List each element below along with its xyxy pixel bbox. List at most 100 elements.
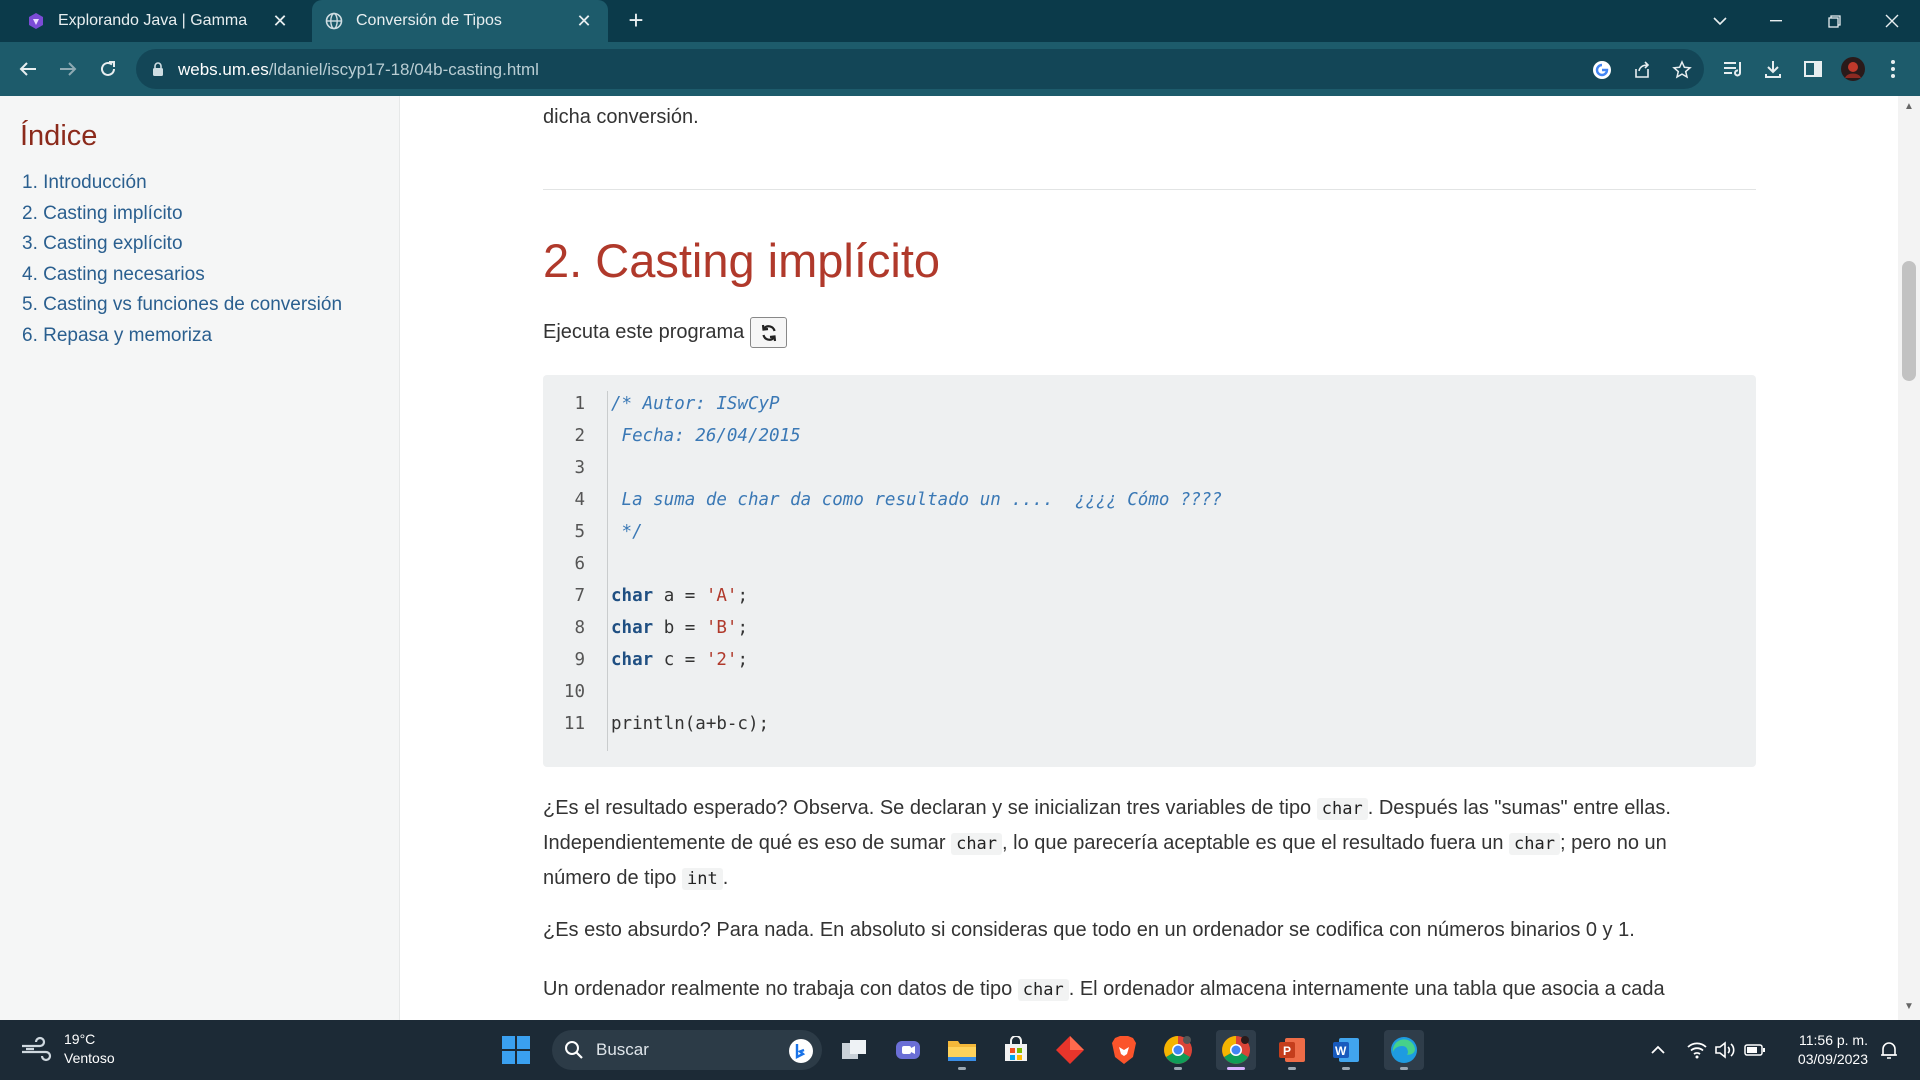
intro-paragraph-tail: dicha conversión.	[543, 106, 699, 128]
forward-arrow-icon[interactable]	[54, 55, 82, 83]
code-line: 9 char c = '2';	[543, 644, 1756, 676]
code-line: 1 /* Autor: ISwCyP	[543, 388, 1756, 420]
side-panel-icon[interactable]	[1800, 56, 1826, 82]
url-text[interactable]: webs.um.es/ldaniel/iscyp17-18/04b-castin…	[178, 60, 539, 80]
code-keyword: char	[611, 618, 654, 638]
windows-start-icon[interactable]	[496, 1030, 536, 1070]
wifi-icon[interactable]	[1684, 1020, 1710, 1080]
gamma-icon	[26, 11, 46, 31]
download-icon[interactable]	[1760, 56, 1786, 82]
index-link-casting-implicito[interactable]: 2. Casting implícito	[22, 199, 342, 230]
tab-bar: Explorando Java | Gamma ✕ Conversión de …	[0, 0, 1920, 42]
reload-icon[interactable]	[94, 55, 122, 83]
notifications-icon[interactable]	[1874, 1020, 1904, 1080]
scrollbar-thumb[interactable]	[1902, 261, 1916, 381]
brave-browser-icon[interactable]	[1104, 1030, 1144, 1070]
code-line: 11 println(a+b-c);	[543, 708, 1756, 740]
lock-icon[interactable]	[150, 61, 166, 77]
address-bar[interactable]: webs.um.es/ldaniel/iscyp17-18/04b-castin…	[136, 49, 1704, 89]
paragraph-text: número de tipo	[543, 867, 682, 889]
restore-icon[interactable]	[1806, 0, 1862, 42]
new-tab-button[interactable]: +	[622, 7, 650, 35]
tab-title: Conversión de Tipos	[356, 12, 502, 29]
minimize-icon[interactable]	[1748, 0, 1804, 42]
inline-code: char	[951, 833, 1003, 855]
volume-icon[interactable]	[1712, 1020, 1738, 1080]
line-number: 6	[574, 554, 585, 574]
line-number: 2	[574, 426, 585, 446]
code-line: 7 char a = 'A';	[543, 580, 1756, 612]
scroll-down-arrow-icon[interactable]: ▼	[1904, 1002, 1914, 1012]
inline-code: char	[1017, 979, 1069, 1001]
tab-search-icon[interactable]	[1692, 0, 1748, 42]
bookmark-star-icon[interactable]	[1670, 58, 1694, 82]
line-number: 8	[574, 618, 585, 638]
code-line: 10	[543, 676, 1756, 708]
red-diamond-app-icon[interactable]	[1050, 1030, 1090, 1070]
line-number: 5	[574, 522, 585, 542]
chrome-icon[interactable]	[1158, 1030, 1198, 1070]
running-indicator	[958, 1067, 966, 1070]
code-text: ;	[737, 618, 748, 638]
powerpoint-icon[interactable]: P	[1272, 1030, 1312, 1070]
clock-time: 11:56 p. m.	[1798, 1032, 1868, 1048]
svg-text:W: W	[1335, 1044, 1347, 1058]
section-divider	[543, 189, 1756, 190]
taskbar-search[interactable]: Buscar	[552, 1030, 822, 1070]
reading-list-icon[interactable]	[1720, 56, 1746, 82]
microsoft-store-icon[interactable]	[996, 1030, 1036, 1070]
url-path: /ldaniel/iscyp17-18/04b-casting.html	[268, 60, 539, 79]
code-keyword: char	[611, 650, 654, 670]
tab-explorando-java[interactable]: Explorando Java | Gamma ✕	[14, 0, 304, 42]
close-tab-icon[interactable]: ✕	[268, 9, 292, 33]
code-text: ;	[737, 586, 748, 606]
code-text: b =	[653, 618, 706, 638]
close-window-icon[interactable]	[1864, 0, 1920, 42]
index-link-casting-vs-funciones[interactable]: 5. Casting vs funciones de conversión	[22, 290, 342, 321]
paragraph-text: , lo que parecería aceptable es que el r…	[1002, 832, 1510, 854]
code-statement: char a = 'A';	[611, 580, 748, 612]
code-statement: println(a+b-c);	[611, 714, 770, 734]
index-link-casting-necesarios[interactable]: 4. Casting necesarios	[22, 260, 342, 291]
profile-avatar[interactable]	[1840, 56, 1866, 82]
index-link-introduccion[interactable]: 1. Introducción	[22, 168, 342, 199]
line-number: 3	[574, 458, 585, 478]
weather-widget[interactable]: 19°C Ventoso	[20, 1030, 115, 1068]
search-label: Buscar	[596, 1040, 649, 1059]
tab-title: Explorando Java | Gamma	[58, 12, 248, 29]
chrome-profile-icon[interactable]	[1216, 1030, 1256, 1070]
code-statement: char c = '2';	[611, 644, 748, 676]
tab-conversion-de-tipos[interactable]: Conversión de Tipos ✕	[312, 0, 608, 42]
file-explorer-icon[interactable]	[942, 1030, 982, 1070]
taskbar-clock[interactable]: 11:56 p. m. 03/09/2023	[1780, 1031, 1868, 1069]
google-lens-icon[interactable]	[1590, 58, 1614, 82]
paragraph-text: . Después las "sumas" entre ellas.	[1367, 797, 1671, 819]
teams-chat-icon[interactable]	[888, 1030, 928, 1070]
index-link-repasa[interactable]: 6. Repasa y memoriza	[22, 321, 342, 352]
code-statement: char b = 'B';	[611, 612, 748, 644]
bing-icon[interactable]	[788, 1038, 814, 1064]
index-list: 1. Introducción 2. Casting implícito 3. …	[22, 168, 342, 351]
index-heading: Índice	[20, 120, 98, 152]
show-hidden-icons-chevron-icon[interactable]	[1646, 1020, 1670, 1080]
search-icon	[565, 1041, 583, 1059]
running-indicator	[1288, 1067, 1296, 1070]
close-tab-icon[interactable]: ✕	[572, 9, 596, 33]
menu-kebab-icon[interactable]	[1880, 56, 1906, 82]
wind-icon	[22, 1036, 52, 1062]
index-link-casting-explicito[interactable]: 3. Casting explícito	[22, 229, 342, 260]
code-literal: 'B'	[705, 618, 738, 638]
back-arrow-icon[interactable]	[14, 55, 42, 83]
scroll-up-arrow-icon[interactable]: ▲	[1904, 102, 1914, 112]
code-line: 4 La suma de char da como resultado un .…	[543, 484, 1756, 516]
code-block[interactable]: 1/* Autor: ISwCyP 2 Fecha: 26/04/2015 3 …	[543, 375, 1756, 767]
page-scrollbar[interactable]: ▲ ▼	[1898, 96, 1920, 1020]
word-icon[interactable]: W	[1326, 1030, 1366, 1070]
section-title: 2. Casting implícito	[543, 234, 941, 287]
share-icon[interactable]	[1630, 58, 1654, 82]
run-program-button[interactable]	[750, 317, 788, 348]
code-comment: /* Autor: ISwCyP	[611, 394, 780, 414]
battery-icon[interactable]	[1742, 1020, 1768, 1080]
task-view-icon[interactable]	[834, 1030, 874, 1070]
edge-icon[interactable]	[1384, 1030, 1424, 1070]
